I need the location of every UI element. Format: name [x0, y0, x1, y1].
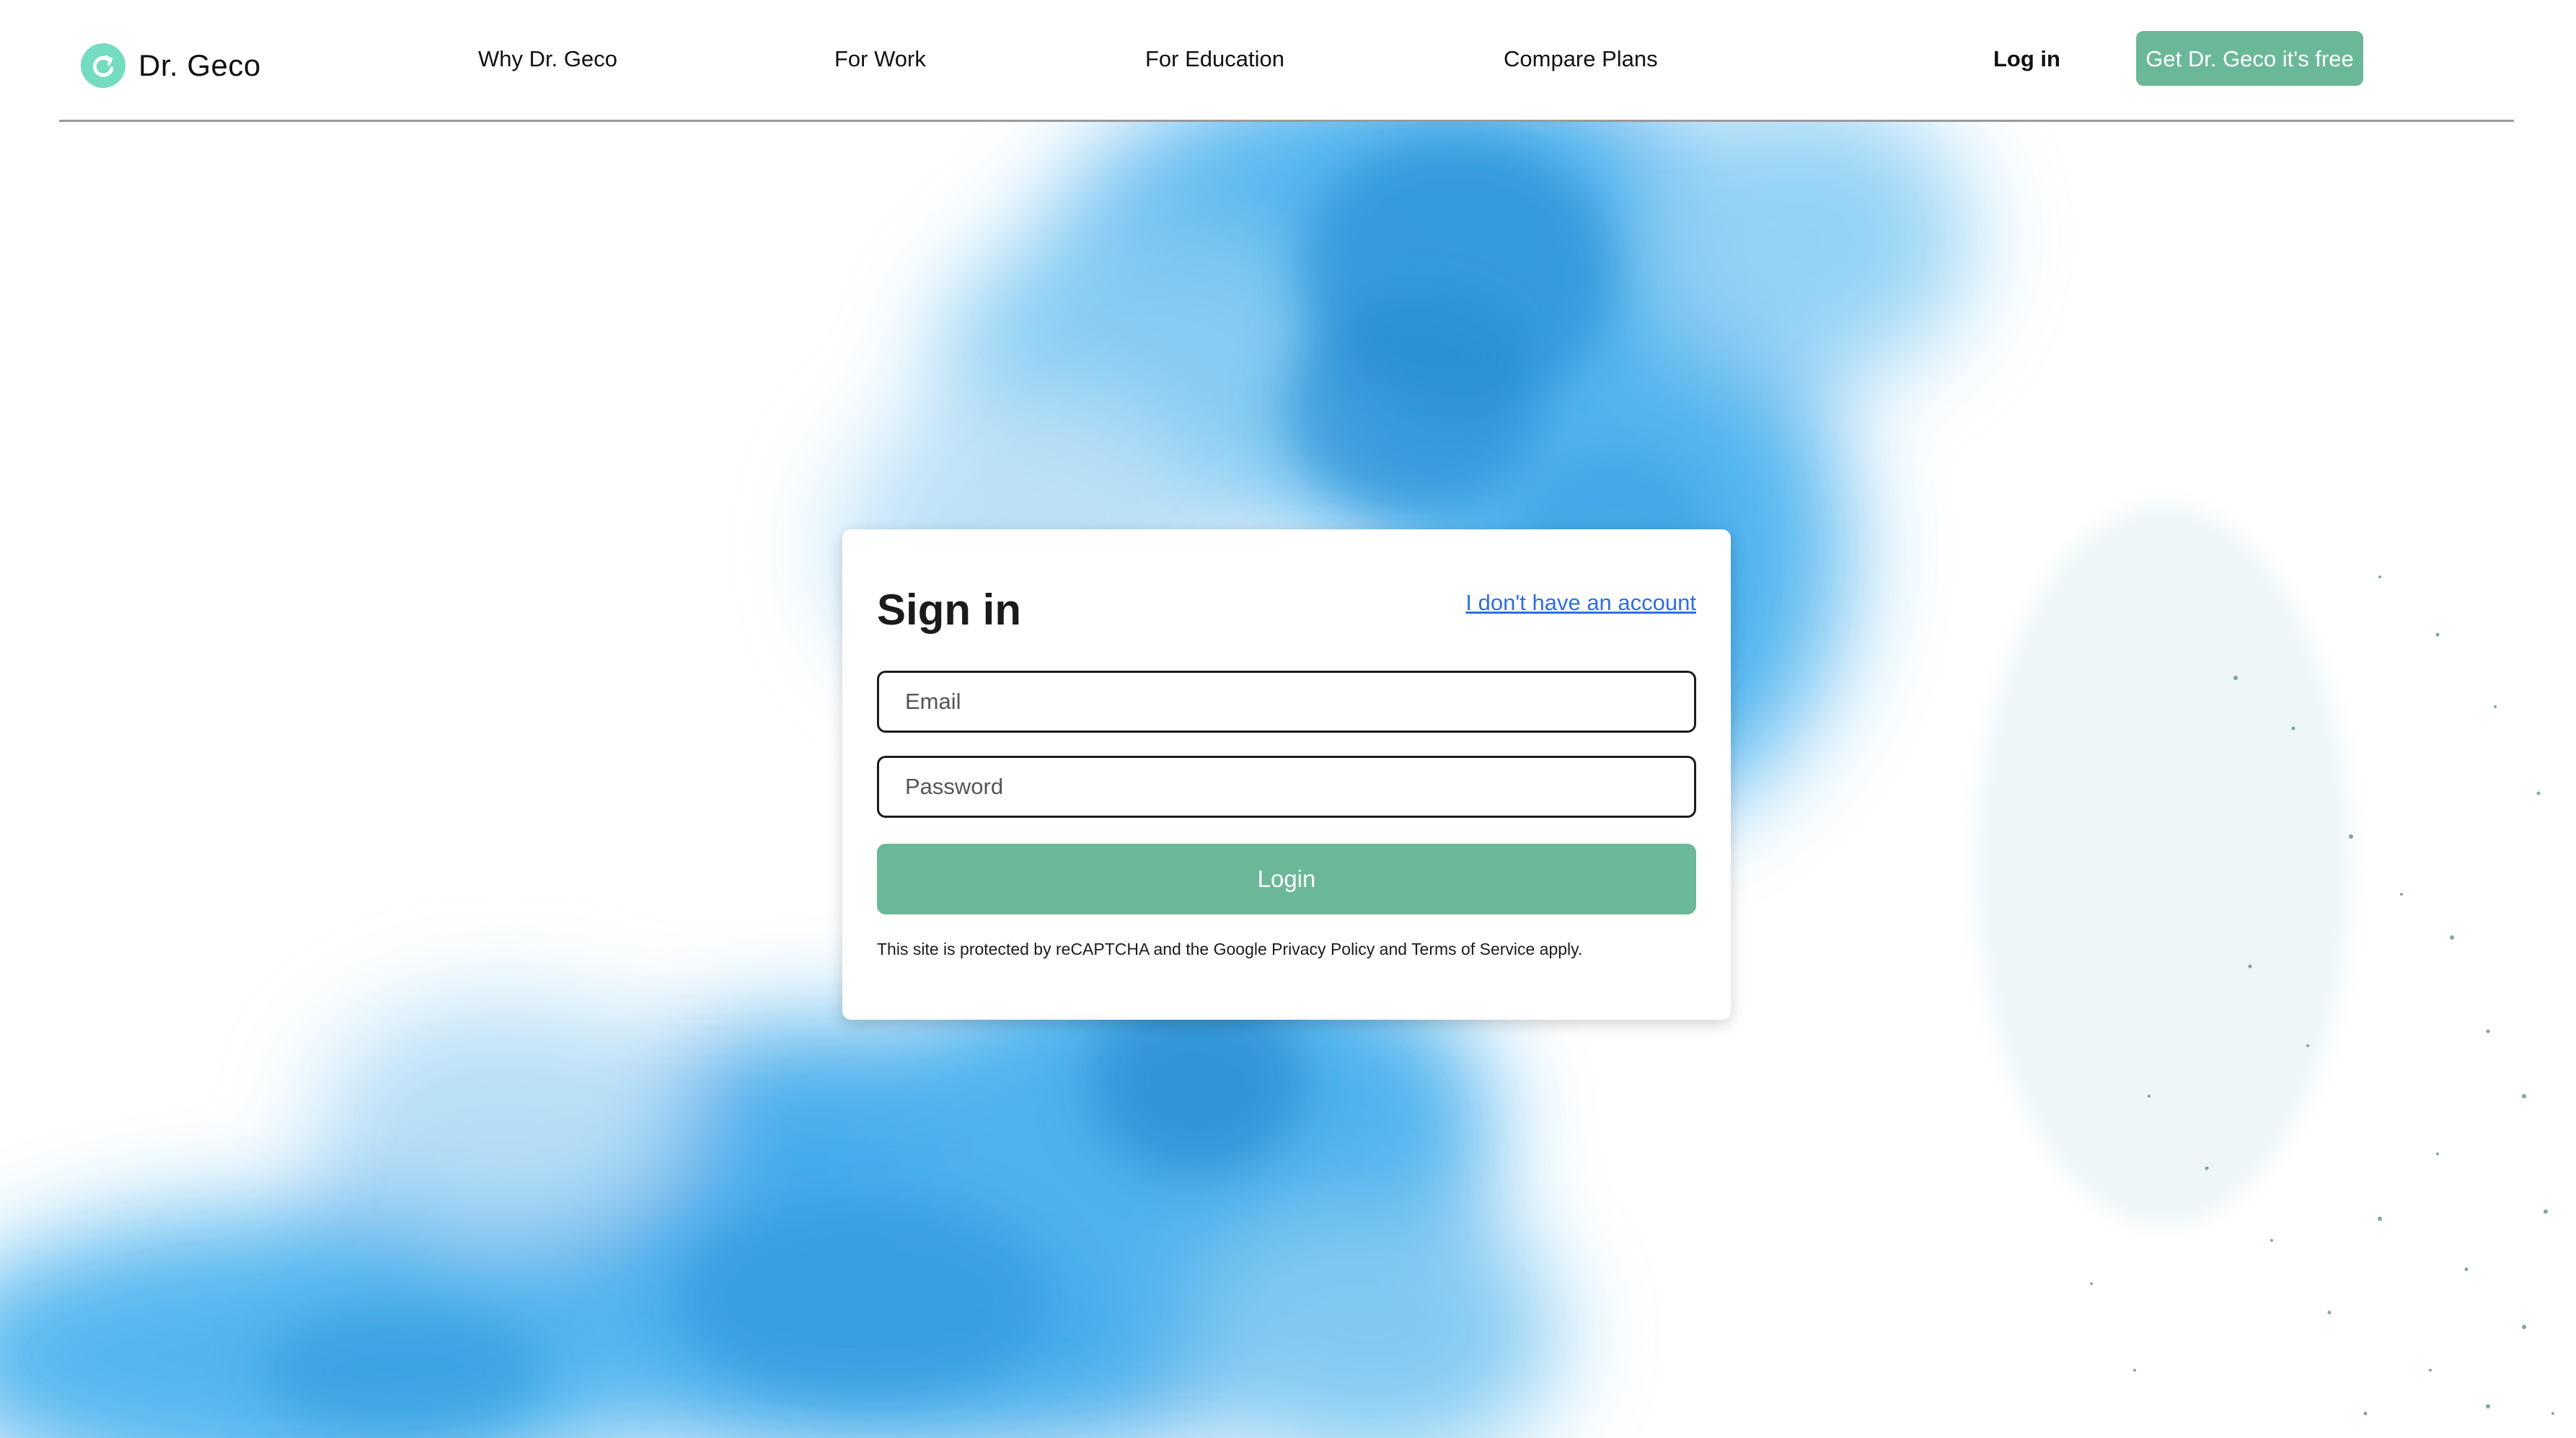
- brand-name: Dr. Geco: [138, 48, 261, 82]
- password-field[interactable]: [877, 756, 1696, 818]
- signin-card: Sign in I don't have an account Login Th…: [842, 529, 1731, 1020]
- signin-title: Sign in: [877, 586, 1021, 634]
- nav-why-dr-geco[interactable]: Why Dr. Geco: [478, 43, 617, 75]
- top-navigation-bar: Dr. Geco Why Dr. Geco For Work For Educa…: [0, 0, 2576, 120]
- nav-for-work[interactable]: For Work: [834, 43, 926, 75]
- get-started-button[interactable]: Get Dr. Geco it's free: [2136, 31, 2363, 86]
- header-divider: [59, 120, 2514, 122]
- no-account-link[interactable]: I don't have an account: [1465, 587, 1696, 619]
- login-link[interactable]: Log in: [1993, 43, 2060, 75]
- page: Dr. Geco Why Dr. Geco For Work For Educa…: [0, 0, 2576, 1438]
- login-button[interactable]: Login: [877, 844, 1696, 914]
- logo-link[interactable]: Dr. Geco: [81, 42, 261, 89]
- refresh-circle-icon: [81, 43, 125, 88]
- nav-compare-plans[interactable]: Compare Plans: [1504, 43, 1658, 75]
- nav-for-education[interactable]: For Education: [1145, 43, 1284, 75]
- email-field[interactable]: [877, 671, 1696, 733]
- recaptcha-notice: This site is protected by reCAPTCHA and …: [877, 940, 1583, 958]
